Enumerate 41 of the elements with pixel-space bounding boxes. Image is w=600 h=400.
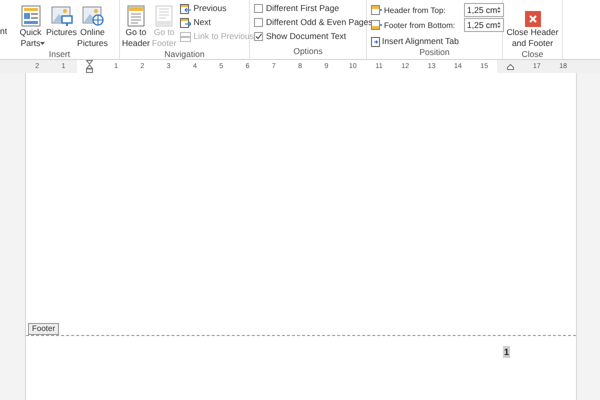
group-label: Navigation — [164, 49, 205, 59]
spin-arrows-icon — [497, 20, 501, 30]
previous-section-icon — [180, 4, 192, 14]
indent-marker-icon[interactable] — [86, 60, 94, 73]
group-label: Position — [419, 47, 450, 59]
ribbon-button[interactable]: Pictures — [47, 3, 76, 38]
indent-marker-icon[interactable] — [506, 64, 514, 70]
alignment-tab-icon — [371, 36, 380, 46]
group-label: Close — [522, 49, 544, 59]
ribbon-button[interactable]: Previous — [180, 3, 254, 14]
ribbon-button[interactable]: Go to Header — [122, 3, 150, 49]
spin-field[interactable]: 1,25 cm — [464, 18, 504, 32]
checkbox-label: Different First Page — [266, 3, 340, 14]
page-header-icon — [126, 5, 145, 27]
group-label: Options — [293, 46, 323, 58]
ribbon-button[interactable]: Quick Parts — [16, 3, 45, 49]
checkbox[interactable] — [254, 18, 263, 27]
close-icon — [524, 11, 540, 27]
checkbox[interactable] — [254, 4, 263, 13]
field-label: Header from Top: — [384, 4, 447, 16]
link-icon — [180, 32, 192, 42]
document-parts-icon — [20, 5, 40, 27]
group-label: Insert — [48, 49, 70, 59]
checkbox[interactable] — [254, 32, 263, 41]
footer-tag: Footer — [28, 323, 60, 335]
footer-margin-icon — [371, 20, 382, 30]
picture-monitor-icon — [50, 5, 72, 27]
ribbon-button[interactable]: Online Pictures — [78, 3, 107, 49]
page-footer-icon — [155, 5, 174, 27]
picture-globe-icon — [82, 5, 104, 27]
spin-arrows-icon — [497, 5, 501, 15]
next-section-icon — [180, 18, 192, 28]
header-margin-icon — [371, 5, 382, 15]
ribbon-button[interactable]: Insert Alignment Tab — [371, 36, 504, 47]
ribbon-button[interactable]: nt — [0, 26, 14, 37]
field-label: Footer from Bottom: — [384, 20, 456, 30]
checkbox-label: Show Document Text — [266, 31, 346, 42]
close-button[interactable]: Close Header and Footer — [505, 3, 560, 49]
ribbon-button[interactable]: Next — [180, 17, 254, 28]
page-number: 1 — [502, 346, 510, 358]
spin-field[interactable]: 1,25 cm — [464, 3, 504, 17]
